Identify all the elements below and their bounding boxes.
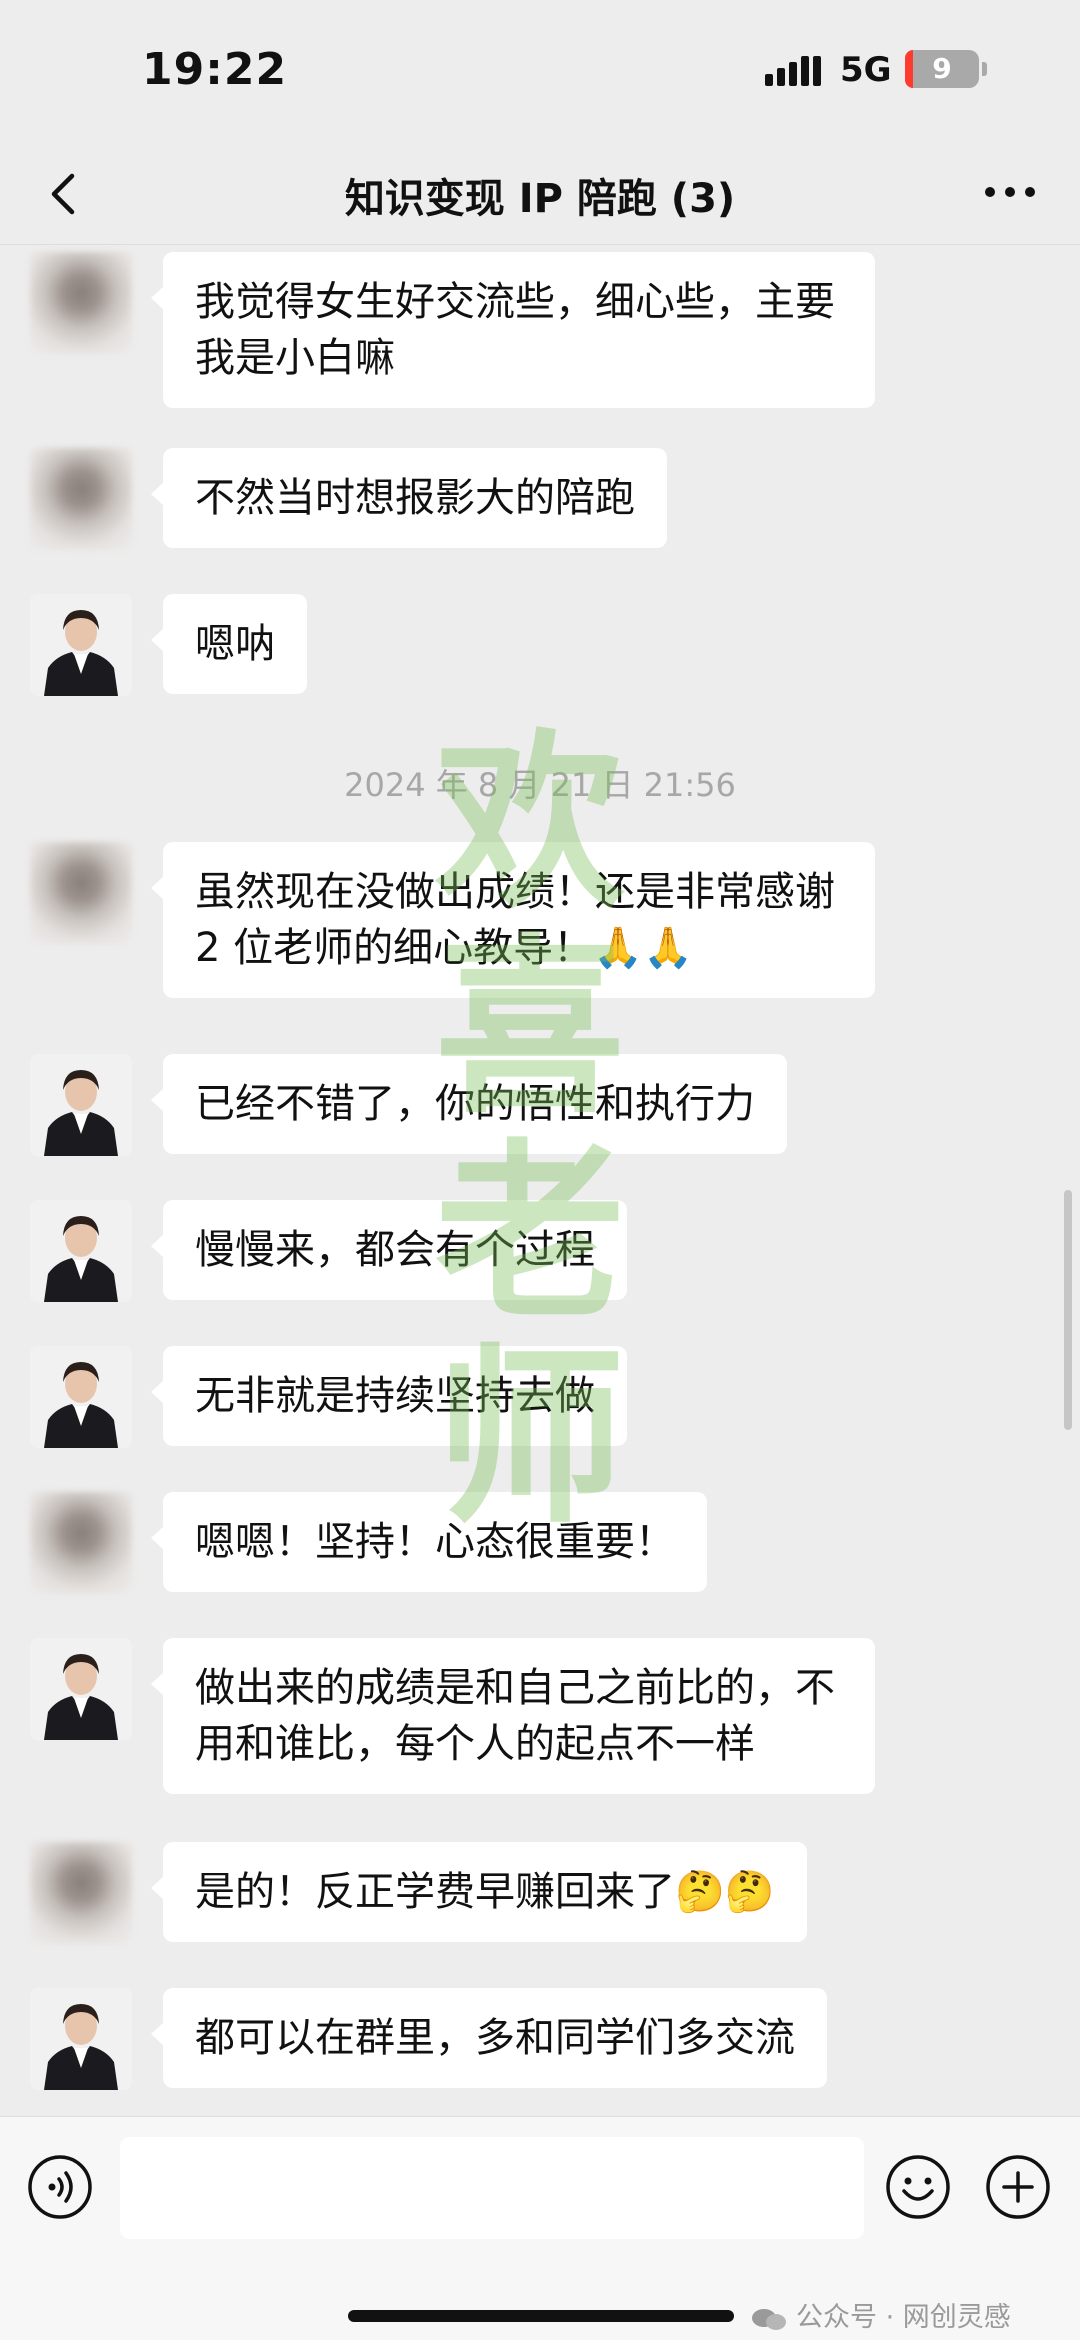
teacher-avatar[interactable] xyxy=(30,1638,132,1740)
message-bubble[interactable]: 做出来的成绩是和自己之前比的，不用和谁比，每个人的起点不一样 xyxy=(151,1638,875,1794)
status-time: 19:22 xyxy=(142,44,288,95)
message-bubble[interactable]: 是的！反正学费早赚回来了🤔🤔 xyxy=(151,1842,807,1942)
message-bubble[interactable]: 无非就是持续坚持去做 xyxy=(151,1346,627,1446)
message-bubble[interactable]: 嗯嗯！坚持！心态很重要！ xyxy=(151,1492,707,1592)
battery-icon: 9 xyxy=(905,50,979,88)
chat-timestamp: 2024 年 8 月 21 日 21:56 xyxy=(344,766,736,804)
message-bubble[interactable]: 嗯呐 xyxy=(151,594,307,694)
student-avatar[interactable] xyxy=(30,448,132,550)
teacher-avatar[interactable] xyxy=(30,1346,132,1448)
status-bar: 19:22 5G 9 xyxy=(0,0,1080,140)
message-bubble[interactable]: 已经不错了，你的悟性和执行力 xyxy=(151,1054,787,1154)
message-bubble[interactable]: 都可以在群里，多和同学们多交流 xyxy=(151,1988,827,2088)
footer-brand-text: 公众号 · 网创灵感 xyxy=(796,2302,1011,2333)
battery-level: 9 xyxy=(932,52,952,85)
teacher-avatar[interactable] xyxy=(30,1988,132,2090)
message-bubble[interactable]: 不然当时想报影大的陪跑 xyxy=(151,448,667,548)
plus-icon[interactable] xyxy=(984,2153,1052,2221)
student-avatar[interactable] xyxy=(30,1492,132,1594)
teacher-avatar[interactable] xyxy=(30,1054,132,1156)
student-avatar[interactable] xyxy=(30,252,132,354)
emoji-icon[interactable] xyxy=(884,2153,952,2221)
signal-icon xyxy=(765,56,821,86)
input-bar: 公众号 · 网创灵感 xyxy=(0,2116,1080,2340)
chat-title: 知识变现 IP 陪跑 (3) xyxy=(344,176,736,222)
more-dots-icon[interactable] xyxy=(980,180,1040,204)
teacher-avatar[interactable] xyxy=(30,594,132,696)
chat-area[interactable]: 我觉得女生好交流些，细心些，主要我是小白嘛 不然当时想报影大的陪跑 嗯呐 202… xyxy=(0,246,1080,2116)
wechat-icon xyxy=(752,2308,786,2330)
message-bubble[interactable]: 我觉得女生好交流些，细心些，主要我是小白嘛 xyxy=(151,252,875,408)
network-label: 5G xyxy=(840,50,892,90)
message-bubble[interactable]: 虽然现在没做出成绩！还是非常感谢 2 位老师的细心教导！🙏🙏 xyxy=(151,842,875,998)
footer-brand: 公众号 · 网创灵感 xyxy=(750,2295,1011,2334)
voice-icon[interactable] xyxy=(26,2153,94,2221)
teacher-avatar[interactable] xyxy=(30,1200,132,1302)
message-input[interactable] xyxy=(120,2137,864,2239)
scrollbar[interactable] xyxy=(1064,1190,1072,1430)
home-indicator[interactable] xyxy=(348,2310,734,2322)
student-avatar[interactable] xyxy=(30,842,132,944)
chat-header: 知识变现 IP 陪跑 (3) xyxy=(0,140,1080,245)
student-avatar[interactable] xyxy=(30,1842,132,1944)
message-bubble[interactable]: 慢慢来，都会有个过程 xyxy=(151,1200,627,1300)
